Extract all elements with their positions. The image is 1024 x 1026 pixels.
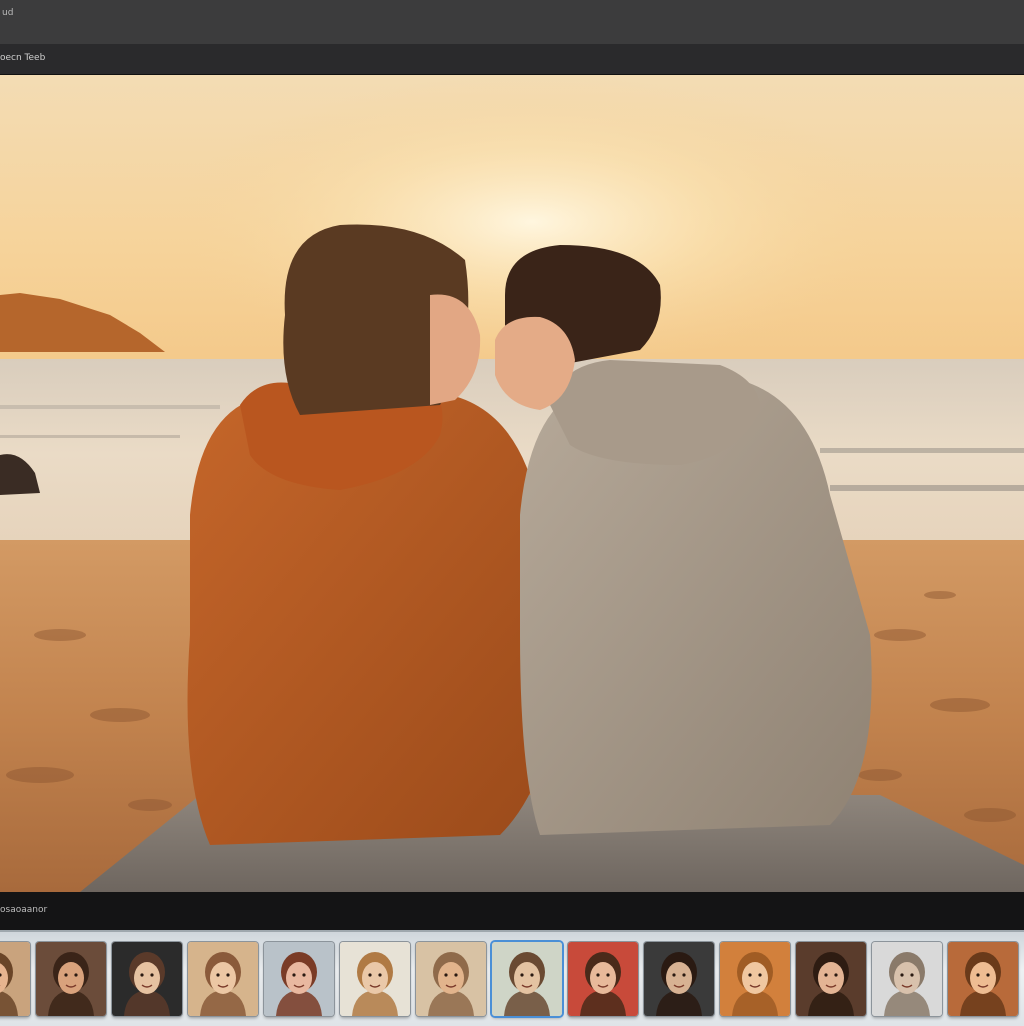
filmstrip-thumbnail[interactable] (112, 942, 182, 1016)
filmstrip-thumbnail[interactable] (796, 942, 866, 1016)
filmstrip-thumbnail[interactable] (720, 942, 790, 1016)
filmstrip-thumbnail[interactable] (0, 942, 30, 1016)
status-text: osaoaanor (0, 905, 48, 915)
filmstrip-thumbnail[interactable] (340, 942, 410, 1016)
filmstrip-thumbnail[interactable] (644, 942, 714, 1016)
filmstrip-thumbnail[interactable] (36, 942, 106, 1016)
filmstrip-thumbnail[interactable] (264, 942, 334, 1016)
filmstrip[interactable] (0, 930, 1024, 1026)
filmstrip-thumbnail[interactable] (492, 942, 562, 1016)
filmstrip-thumbnail[interactable] (188, 942, 258, 1016)
window-titlebar: ud (0, 0, 1024, 44)
window-title: ud (2, 8, 14, 18)
statusbar: osaoaanor (0, 892, 1024, 930)
filmstrip-thumbnail[interactable] (872, 942, 942, 1016)
filmstrip-thumbnail[interactable] (948, 942, 1018, 1016)
toolbar-label[interactable]: oecn Teeb (0, 53, 45, 63)
image-viewer[interactable] (0, 75, 1024, 892)
toolbar: oecn Teeb (0, 44, 1024, 75)
filmstrip-thumbnail[interactable] (416, 942, 486, 1016)
filmstrip-track (0, 942, 1024, 1016)
main-photo (0, 75, 1024, 892)
filmstrip-thumbnail[interactable] (568, 942, 638, 1016)
